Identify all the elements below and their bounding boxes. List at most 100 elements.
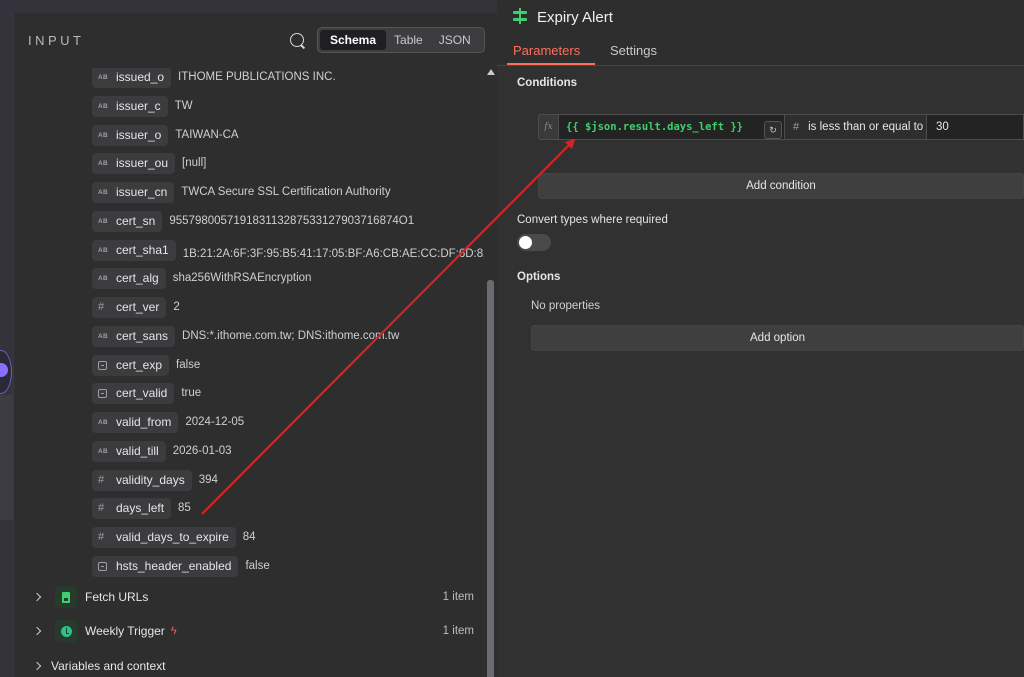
field-name-pill[interactable]: AB cert_sha1 (92, 239, 176, 261)
schema-field-validity-days[interactable]: # validity_days 394 (92, 469, 218, 491)
field-name: issuer_o (116, 128, 162, 142)
schema-field-cert-sans[interactable]: AB cert_sans DNS:*.ithome.com.tw; DNS:itho… (92, 325, 399, 347)
field-value: TW (174, 100, 193, 112)
string-type-icon: AB (98, 332, 108, 340)
schema-field-issuer-ou[interactable]: AB issuer_ou [null] (92, 152, 206, 174)
node-name: Fetch URLs (85, 590, 149, 604)
tab-table[interactable]: Table (386, 30, 431, 50)
schema-field-cert-alg[interactable]: AB cert_alg sha256WithRSAEncryption (92, 267, 311, 289)
condition-expression: {{ $json.result.days_left }} (566, 121, 744, 133)
field-name-pill[interactable]: # cert_ver (92, 296, 167, 318)
field-name-pill[interactable]: AB issuer_o (92, 124, 169, 146)
input-panel-title: INPUT (28, 33, 85, 48)
field-name-pill[interactable]: AB issuer_c (92, 95, 168, 117)
schema-field-cert-exp[interactable]: cert_exp false (92, 354, 200, 376)
string-type-icon: AB (98, 447, 108, 455)
convert-types-toggle[interactable] (517, 234, 551, 251)
field-name-pill[interactable]: AB issued_o (92, 68, 172, 88)
chevron-right-icon[interactable] (32, 661, 42, 671)
field-name: valid_till (116, 444, 159, 458)
field-name-pill[interactable]: AB issuer_cn (92, 181, 175, 203)
field-name-pill[interactable]: cert_valid (92, 382, 175, 404)
field-value: 2024-12-05 (185, 416, 245, 428)
refresh-icon[interactable]: ↻ (764, 121, 782, 139)
schema-field-cert-ver[interactable]: # cert_ver 2 (92, 296, 180, 318)
add-option-button[interactable]: Add option (531, 325, 1024, 351)
node-name: Weekly Trigger (85, 624, 165, 638)
schema-field-hsts-header-enabled[interactable]: hsts_header_enabled false (92, 555, 270, 577)
schema-field-days-left[interactable]: # days_left 85 (92, 497, 191, 519)
condition-right-value-input[interactable]: 30 (927, 114, 1024, 140)
canvas-node-fragment (0, 395, 14, 520)
field-name-pill[interactable]: AB cert_alg (92, 267, 166, 289)
input-panel-header: INPUT Schema Table JSON (14, 13, 499, 68)
input-scrollbar[interactable] (486, 69, 496, 677)
field-value: 85 (178, 502, 191, 514)
node-item-count: 1 item (442, 591, 474, 603)
input-node-weekly-trigger[interactable]: Weekly Trigger ϟ 1 item (32, 619, 474, 643)
schema-field-valid-days-to-expire[interactable]: # valid_days_to_expire 84 (92, 526, 256, 548)
tab-settings[interactable]: Settings (610, 43, 657, 58)
schema-field-issuer-cn[interactable]: AB issuer_cn TWCA Secure SSL Certification… (92, 181, 391, 203)
tab-json[interactable]: JSON (431, 30, 479, 50)
string-type-icon: AB (98, 159, 108, 167)
field-name: valid_from (116, 415, 172, 429)
schema-field-valid-from[interactable]: AB valid_from 2024-12-05 (92, 411, 244, 433)
field-name: cert_sans (116, 329, 169, 343)
number-type-icon: # (793, 121, 800, 133)
schema-field-cert-sha1[interactable]: AB cert_sha1 1B:21:2A:6F:3F:95:B5:41:17:05… (92, 239, 484, 261)
schema-field-issued-o[interactable]: AB issued_o ITHOME PUBLICATIONS INC. (92, 68, 336, 88)
field-name-pill[interactable]: AB valid_till (92, 440, 166, 462)
string-type-icon: AB (98, 73, 108, 81)
number-type-icon: # (98, 474, 105, 486)
chevron-right-icon[interactable] (32, 626, 42, 636)
document-icon (55, 586, 77, 608)
add-condition-button[interactable]: Add condition (538, 173, 1024, 199)
field-name-pill[interactable]: cert_exp (92, 354, 170, 376)
input-node-fetch-urls[interactable]: Fetch URLs 1 item (32, 585, 474, 609)
field-name-pill[interactable]: AB valid_from (92, 411, 179, 433)
field-value: true (181, 387, 202, 399)
string-type-icon: AB (98, 274, 108, 282)
node-title[interactable]: Expiry Alert (537, 9, 613, 26)
number-type-icon: # (98, 301, 105, 313)
field-name: cert_sn (116, 214, 156, 228)
no-properties-text: No properties (531, 300, 601, 312)
condition-operator-select[interactable]: # is less than or equal to (785, 114, 927, 140)
schema-field-valid-till[interactable]: AB valid_till 2026-01-03 (92, 440, 232, 462)
field-name: issuer_ou (116, 156, 169, 170)
field-name-pill[interactable]: # valid_days_to_expire (92, 526, 236, 548)
condition-left-value-input[interactable]: {{ $json.result.days_left }} ↻ (559, 114, 785, 140)
field-value: TWCA Secure SSL Certification Authority (181, 186, 391, 198)
tab-parameters[interactable]: Parameters (513, 43, 580, 58)
view-mode-toggle: Schema Table JSON (317, 27, 485, 53)
string-type-icon: AB (98, 418, 108, 426)
field-name: cert_ver (116, 300, 160, 314)
field-value: [null] (182, 157, 207, 169)
string-type-icon: AB (98, 131, 108, 139)
node-item-count: 1 item (442, 625, 474, 637)
schema-field-issuer-c[interactable]: AB issuer_c TW (92, 95, 193, 117)
variables-and-context-row[interactable]: Variables and context (32, 654, 474, 677)
field-name-pill[interactable]: AB cert_sans (92, 325, 176, 347)
schema-field-issuer-o[interactable]: AB issuer_o TAIWAN-CA (92, 124, 239, 146)
chevron-right-icon[interactable] (32, 592, 42, 602)
scroll-up-arrow-icon[interactable] (487, 69, 495, 75)
schema-field-cert-valid[interactable]: cert_valid true (92, 382, 201, 404)
scroll-thumb[interactable] (487, 280, 494, 677)
options-label: Options (517, 271, 561, 283)
toggle-knob (519, 236, 532, 249)
tab-schema[interactable]: Schema (320, 30, 387, 50)
schema-field-cert-sn[interactable]: AB cert_sn 9557980057191831132875331279037… (92, 210, 414, 232)
field-name-pill[interactable]: AB issuer_ou (92, 152, 176, 174)
field-name-pill[interactable]: hsts_header_enabled (92, 555, 239, 577)
field-name-pill[interactable]: # validity_days (92, 469, 192, 491)
search-icon[interactable] (290, 33, 304, 47)
field-name-pill[interactable]: AB cert_sn (92, 210, 163, 232)
field-value: DNS:*.ithome.com.tw; DNS:ithome.com.tw (182, 330, 400, 342)
fx-icon[interactable]: fx (538, 114, 559, 140)
operator-label: is less than or equal to (808, 121, 924, 133)
field-value: ITHOME PUBLICATIONS INC. (178, 71, 336, 83)
field-name-pill[interactable]: # days_left (92, 497, 172, 519)
bolt-icon: ϟ (170, 625, 177, 637)
